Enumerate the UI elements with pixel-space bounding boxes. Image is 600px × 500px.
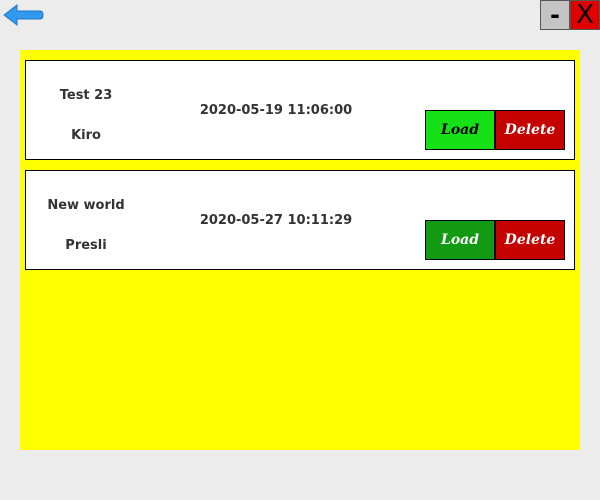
close-button[interactable]: X xyxy=(570,0,600,30)
save-timestamp: 2020-05-27 10:11:29 xyxy=(199,213,353,228)
delete-button[interactable]: Delete xyxy=(495,110,565,150)
save-manager-window: - X Test 23 Kiro 2020-05-19 11:06:00 Loa… xyxy=(0,0,600,500)
delete-button[interactable]: Delete xyxy=(495,220,565,260)
minimize-button[interactable]: - xyxy=(540,0,570,30)
save-entry: New world Presli 2020-05-27 10:11:29 Loa… xyxy=(25,170,575,270)
load-button[interactable]: Load xyxy=(425,110,495,150)
back-arrow-icon xyxy=(3,3,44,27)
save-timestamp: 2020-05-19 11:06:00 xyxy=(199,103,353,118)
load-button[interactable]: Load xyxy=(425,220,495,260)
save-author: Presli xyxy=(65,238,107,253)
save-entry: Test 23 Kiro 2020-05-19 11:06:00 Load De… xyxy=(25,60,575,160)
save-name: Test 23 xyxy=(59,88,113,103)
save-list: Test 23 Kiro 2020-05-19 11:06:00 Load De… xyxy=(20,50,580,450)
save-author: Kiro xyxy=(71,128,101,143)
back-button[interactable] xyxy=(2,3,44,27)
save-name: New world xyxy=(47,198,125,213)
